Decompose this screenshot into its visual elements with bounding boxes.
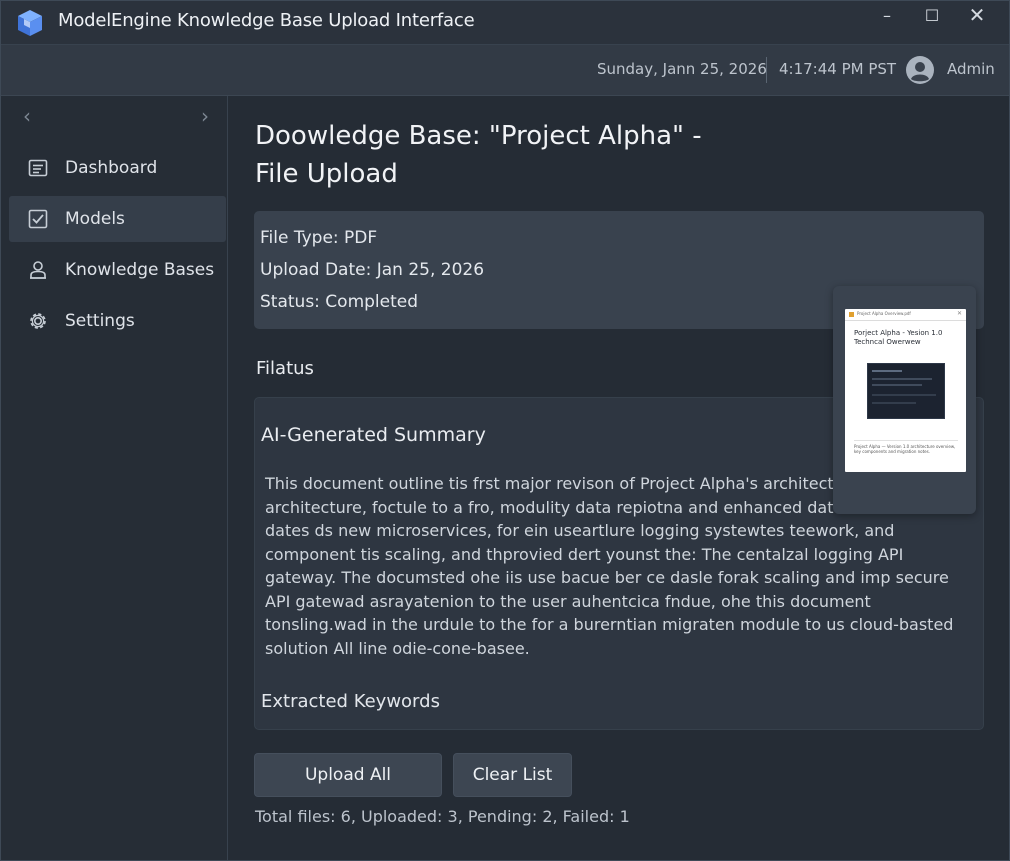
preview-line [872,378,932,380]
preview-close-icon[interactable]: ✕ [957,310,962,317]
sidebar-item-knowledge-bases[interactable]: Knowledge Bases [9,247,226,293]
clear-list-button[interactable]: Clear List [453,753,572,797]
preview-header-text: Project Alpha Overview.pdf [857,311,911,316]
header-bar: Sunday, Jann 25, 2026 4:17:44 PM PST Adm… [1,45,1009,96]
close-button[interactable]: ✕ [955,1,999,29]
title-bar: ModelEngine Knowledge Base Upload Interf… [1,1,1009,45]
document-preview[interactable]: Project Alpha Overview.pdf ✕ Porject Alp… [833,286,976,514]
preview-line [872,402,916,404]
sidebar: ‹ › Dashboard Models Knowledge Bases Set… [1,96,228,860]
preview-line [872,394,936,396]
gear-icon [30,313,46,329]
summary-heading: AI-Generated Summary [261,424,486,446]
preview-screenshot-image [867,363,945,419]
sidebar-item-label: Dashboard [65,158,158,178]
sidebar-item-label: Settings [65,311,135,331]
page-title: Doowledge Base: "Project Alpha" - File U… [255,117,775,193]
file-type: File Type: PDF [260,228,378,248]
sidebar-item-settings[interactable]: Settings [9,298,226,344]
upload-date: Upload Date: Jan 25, 2026 [260,260,485,280]
section-label: Filatus [256,358,314,379]
upload-all-button[interactable]: Upload All [254,753,442,797]
file-icon [849,312,854,317]
document-thumbnail[interactable]: Project Alpha Overview.pdf ✕ Porject Alp… [845,309,966,472]
preview-line [872,384,922,386]
sidebar-item-label: Knowledge Bases [65,260,215,280]
file-status: Status: Completed [260,292,419,312]
user-name[interactable]: Admin [947,60,995,78]
preview-line [872,370,902,372]
checkbox-icon [28,209,48,229]
keywords-heading: Extracted Keywords [261,691,440,712]
app-window: ModelEngine Knowledge Base Upload Interf… [0,0,1010,861]
dashboard-icon [28,159,48,177]
sidebar-item-dashboard[interactable]: Dashboard [9,145,226,191]
sidebar-item-models[interactable]: Models [9,196,226,242]
preview-header: Project Alpha Overview.pdf ✕ [845,309,966,321]
preview-divider [854,440,958,441]
header-divider [766,57,767,83]
user-avatar-icon[interactable] [906,56,934,84]
user-icon [30,261,46,279]
chevron-left-icon[interactable]: ‹ [23,104,31,128]
preview-doc-title: Porject Alpha - Yesion 1.0 Techncal Ower… [854,329,943,346]
minimize-button[interactable]: – [865,1,909,29]
chevron-right-icon[interactable]: › [201,104,209,128]
page-title-line2: File Upload [255,159,398,189]
header-time: 4:17:44 PM PST [779,60,897,78]
preview-caption: Project Alpha — Version 1.0 architecture… [854,444,956,454]
maximize-button[interactable]: ☐ [910,1,954,29]
upload-stats: Total files: 6, Uploaded: 3, Pending: 2,… [255,807,630,826]
window-title: ModelEngine Knowledge Base Upload Interf… [58,10,475,31]
header-date: Sunday, Jann 25, 2026 [597,60,767,78]
page-title-line1: Doowledge Base: "Project Alpha" - [255,121,702,151]
sidebar-item-label: Models [65,209,125,229]
app-logo-icon [18,10,42,36]
